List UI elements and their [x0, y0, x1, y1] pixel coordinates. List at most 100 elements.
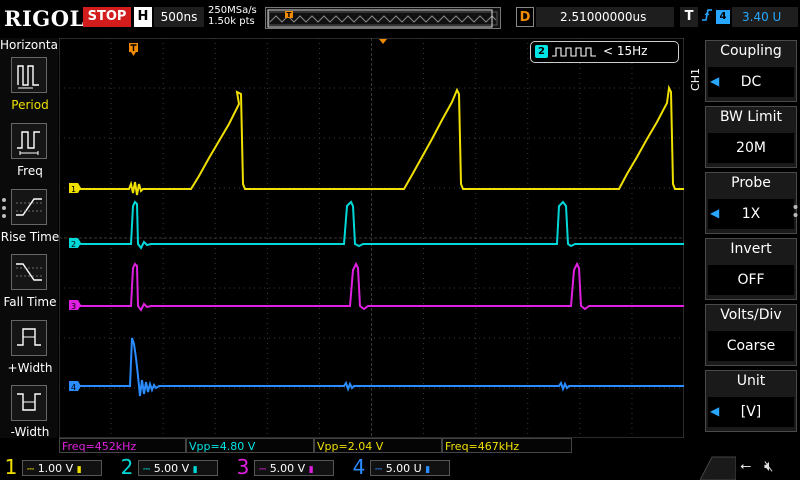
invert-value: OFF: [708, 265, 794, 295]
ch1-scale: 1.00 V: [37, 462, 74, 475]
probe-title: Probe: [731, 175, 771, 191]
rising-edge-icon: [700, 7, 714, 27]
measurement-text: Vpp=2.04 V: [317, 440, 384, 453]
ch2-number[interactable]: 2: [118, 455, 136, 480]
memory-position-strip[interactable]: T: [265, 7, 501, 29]
ch4-number[interactable]: 4: [350, 455, 368, 480]
ch3-scale-box[interactable]: ⎓ 5.00 V ▮: [254, 460, 334, 476]
period-label: Period: [11, 98, 49, 112]
rise-time-button[interactable]: [11, 189, 47, 225]
volts-div-title: Volts/Div: [720, 307, 782, 323]
rise-time-icon: [16, 198, 42, 216]
svg-text:3: 3: [71, 302, 76, 311]
trigger-label: T: [680, 7, 698, 27]
bw-limit-icon: ▮: [192, 465, 198, 475]
volts-div-value: Coarse: [708, 331, 794, 361]
brand-logo: RIGOL: [4, 6, 85, 31]
freq-label: Freq: [17, 164, 43, 178]
trigger-source-badge[interactable]: 4: [716, 10, 730, 24]
delay-value[interactable]: 2.51000000us: [536, 7, 674, 27]
menu-page-dots: [2, 198, 6, 218]
positive-width-button[interactable]: [11, 320, 47, 356]
measurement-text: Freq=452kHz: [62, 440, 137, 453]
svg-text:4: 4: [71, 383, 76, 392]
dc-coupling-icon: ⎓: [375, 465, 383, 475]
coupling-softkey[interactable]: Coupling DC ◀: [705, 40, 797, 102]
fall-time-button[interactable]: [11, 254, 47, 290]
invert-title: Invert: [730, 241, 772, 257]
usb-icon: ⭠: [740, 458, 752, 474]
negative-width-label: -Width: [10, 425, 50, 439]
freq-button[interactable]: [11, 123, 47, 159]
coupling-title: Coupling: [720, 43, 782, 59]
memory-waveform-overview: T: [267, 9, 498, 28]
bw-limit-softkey[interactable]: BW Limit 20M: [705, 106, 797, 168]
ch2-scale: 5.00 V: [153, 462, 190, 475]
sample-rate: 250MSa/s: [208, 5, 257, 16]
measurement-text: Freq=467kHz: [445, 440, 520, 453]
acquisition-info: 250MSa/s 1.50k pts: [208, 5, 257, 27]
fall-time-label: Fall Time: [3, 295, 57, 309]
freq-icon: [17, 131, 40, 155]
pulse-train-icon: [552, 47, 596, 57]
bw-limit-icon: ▮: [76, 465, 82, 475]
delay-label: D: [516, 7, 534, 27]
positive-width-label: +Width: [7, 361, 53, 375]
left-arrow-icon: ◀: [710, 206, 720, 220]
bw-limit-value: 20M: [708, 133, 794, 163]
timebase-label: H: [134, 7, 152, 27]
trigger-level-value[interactable]: 3.40 U: [732, 7, 798, 27]
measurement-item[interactable]: Vpp=2.04 V: [314, 438, 442, 453]
unit-title: Unit: [736, 373, 766, 389]
measurement-text: Vpp=4.80 V: [189, 440, 256, 453]
waveform-graticule[interactable]: 1 2 3 4: [59, 38, 684, 438]
ch1-scale-box[interactable]: ⎓ 1.00 V ▮: [22, 460, 102, 476]
bw-limit-title: BW Limit: [719, 109, 783, 125]
unit-value: [V]: [708, 397, 794, 427]
left-arrow-icon: ◀: [710, 74, 720, 88]
frequency-counter-box[interactable]: 2 < 15Hz: [530, 41, 679, 63]
rise-time-label: Rise Time: [0, 230, 60, 244]
run-stop-status[interactable]: STOP: [83, 7, 131, 27]
probe-value: 1X: [708, 199, 794, 229]
ch4-scale-box[interactable]: ⎓ 5.00 U ▮: [370, 460, 450, 476]
period-icon: [17, 65, 39, 89]
dc-coupling-icon: ⎓: [27, 465, 35, 475]
left-arrow-icon: ◀: [710, 404, 720, 418]
measurement-item[interactable]: Freq=452kHz: [59, 438, 186, 453]
ch1-number[interactable]: 1: [2, 455, 20, 480]
dc-coupling-icon: ⎓: [259, 465, 267, 475]
svg-text:T: T: [287, 11, 292, 19]
trigger-position-marker-icon: T: [285, 11, 293, 19]
svg-text:2: 2: [71, 240, 76, 249]
status-tab-icon: [700, 456, 736, 480]
measurement-bar: Freq=452kHz Vpp=4.80 V Vpp=2.04 V Freq=4…: [59, 438, 684, 454]
coupling-value: DC: [708, 67, 794, 97]
menu-channel-label: CH1: [689, 68, 702, 91]
ch2-scale-box[interactable]: ⎓ 5.00 V ▮: [138, 460, 218, 476]
period-button[interactable]: [11, 57, 47, 93]
probe-softkey[interactable]: Probe 1X ◀: [705, 172, 797, 234]
measurement-item[interactable]: Freq=467kHz: [442, 438, 572, 453]
dc-coupling-icon: ⎓: [143, 465, 151, 475]
unit-softkey[interactable]: Unit [V] ◀: [705, 370, 797, 432]
menu-title: Horizontal: [0, 38, 62, 52]
timebase-value[interactable]: 500ns: [154, 7, 204, 27]
ch4-scale: 5.00 U: [385, 462, 422, 475]
invert-softkey[interactable]: Invert OFF: [705, 238, 797, 300]
negative-width-icon: [17, 393, 41, 411]
volts-div-softkey[interactable]: Volts/Div Coarse: [705, 304, 797, 366]
positive-width-icon: [17, 328, 41, 346]
negative-width-button[interactable]: [11, 385, 47, 421]
menu-page-dots: [793, 205, 798, 217]
counter-source-badge: 2: [535, 45, 548, 58]
bw-limit-icon: ▮: [425, 465, 431, 475]
fall-time-icon: [16, 263, 42, 281]
memory-depth: 1.50k pts: [208, 16, 255, 27]
ch3-scale: 5.00 V: [269, 462, 306, 475]
ch3-number[interactable]: 3: [234, 455, 252, 480]
speaker-muted-icon[interactable]: 🔇︎: [764, 457, 773, 475]
svg-text:1: 1: [71, 185, 76, 194]
measurement-item[interactable]: Vpp=4.80 V: [186, 438, 314, 453]
counter-value: < 15Hz: [603, 44, 648, 58]
